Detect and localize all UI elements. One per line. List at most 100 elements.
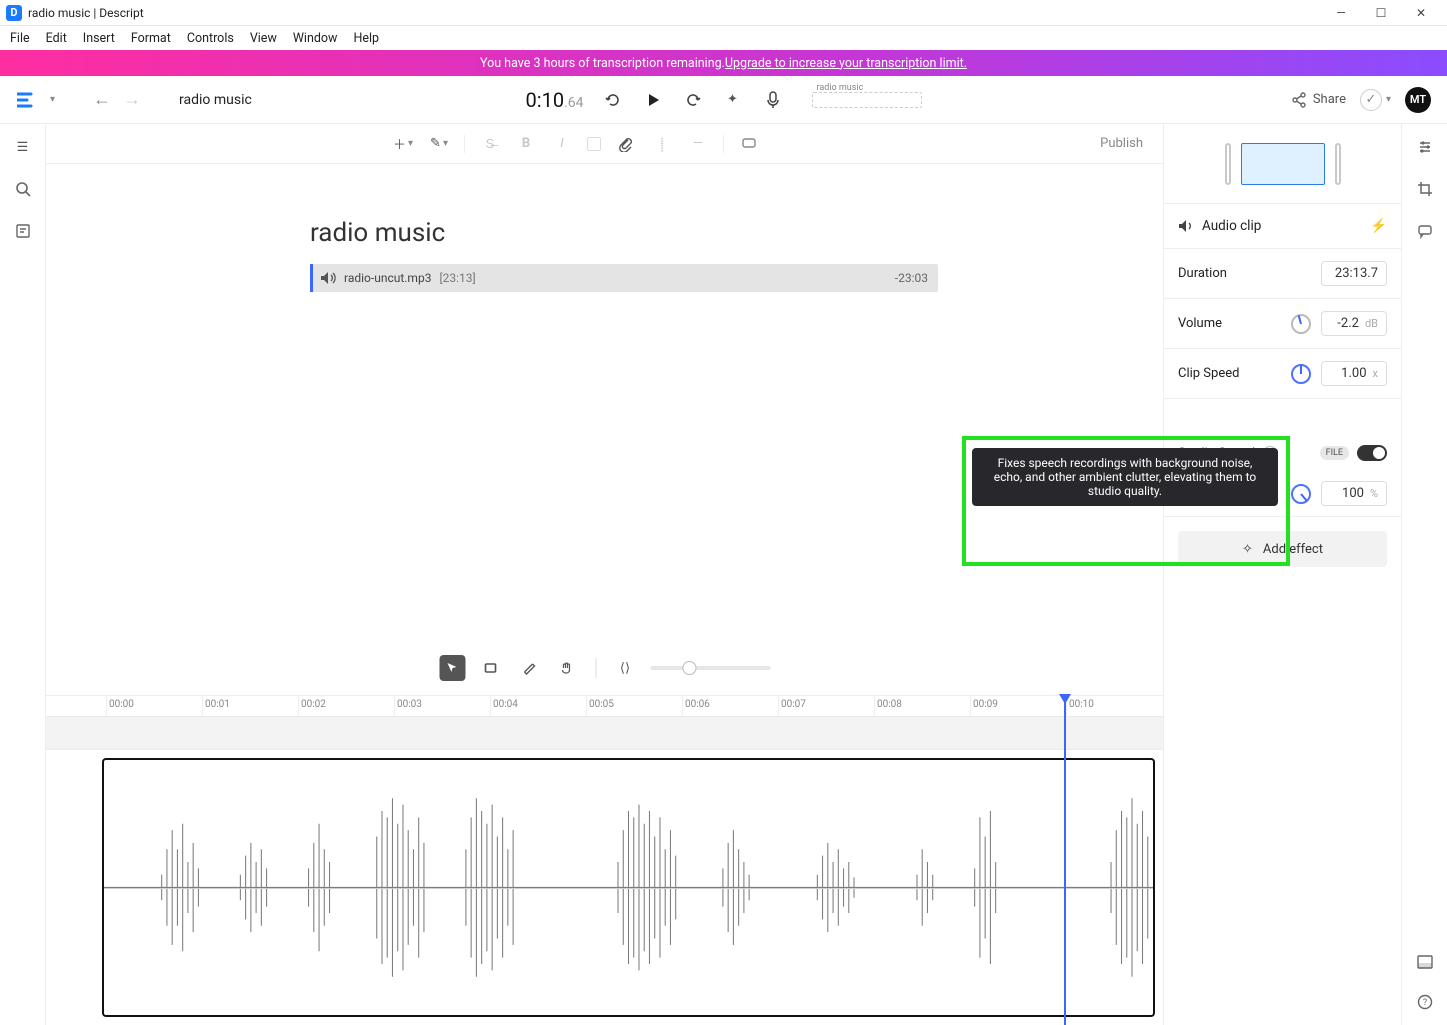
color-swatch[interactable] xyxy=(587,137,601,151)
menu-insert[interactable]: Insert xyxy=(83,31,115,46)
ruler-tick: 00:10 xyxy=(1069,699,1094,710)
menu-format[interactable]: Format xyxy=(131,31,171,46)
nav-forward[interactable]: → xyxy=(123,89,141,110)
script-icon[interactable] xyxy=(12,220,34,242)
snap-toggle[interactable]: ⟨⟩ xyxy=(612,655,638,681)
waveform-clip[interactable] xyxy=(102,758,1155,1017)
mic-button[interactable] xyxy=(762,89,784,111)
ruler-tick: 00:03 xyxy=(397,699,422,710)
playhead[interactable] xyxy=(1064,696,1066,1025)
ruler-tick: 00:00 xyxy=(109,699,134,710)
menu-window[interactable]: Window xyxy=(293,31,338,46)
play-button[interactable] xyxy=(642,89,664,111)
divider-button[interactable]: — xyxy=(687,133,709,155)
nav-back[interactable]: ← xyxy=(93,89,111,110)
redo-button[interactable] xyxy=(682,89,704,111)
ruler-tick: 00:08 xyxy=(877,699,902,710)
studio-toggle[interactable] xyxy=(1357,445,1387,461)
blade-tool[interactable] xyxy=(515,655,541,681)
avatar[interactable]: MT xyxy=(1405,87,1431,113)
add-button[interactable]: ＋▾ xyxy=(392,133,414,155)
hand-tool[interactable] xyxy=(553,655,579,681)
intensity-value[interactable]: 100% xyxy=(1321,481,1387,506)
share-label: Share xyxy=(1313,92,1346,107)
panel-toggle-icon[interactable] xyxy=(1414,951,1436,973)
strikethrough-button[interactable]: S̶ xyxy=(479,133,501,155)
menu-file[interactable]: File xyxy=(10,31,30,46)
main-column: ＋▾ ✎▾ S̶ B I ⸽ — Publish radio music ra xyxy=(46,124,1163,1025)
ruler-tick: 00:04 xyxy=(493,699,518,710)
undo-button[interactable] xyxy=(602,89,624,111)
comment-button[interactable] xyxy=(738,133,760,155)
zoom-slider[interactable] xyxy=(650,666,770,670)
status-check[interactable]: ✓ xyxy=(1360,89,1382,111)
project-name[interactable]: radio music xyxy=(179,92,252,108)
share-button[interactable]: Share xyxy=(1291,92,1346,108)
select-tool[interactable] xyxy=(439,655,465,681)
publish-button[interactable]: Publish xyxy=(1100,136,1143,151)
ruler-tick: 00:05 xyxy=(589,699,614,710)
range-tool[interactable] xyxy=(477,655,503,681)
minimize-button[interactable]: — xyxy=(1321,6,1361,20)
ruler-tick: 00:09 xyxy=(973,699,998,710)
help-circle-icon[interactable]: ? xyxy=(1414,991,1436,1013)
italic-button[interactable]: I xyxy=(551,133,573,155)
speed-value[interactable]: 1.00x xyxy=(1321,361,1387,386)
speaker-icon xyxy=(320,271,336,285)
thumbnail-row xyxy=(1164,124,1401,204)
duration-value[interactable]: 23:13.7 xyxy=(1321,261,1387,286)
bolt-icon[interactable]: ⚡ xyxy=(1370,218,1387,234)
timecode-main: 0:10 xyxy=(525,88,564,112)
timecode: 0:10.64 xyxy=(525,88,583,112)
clip-duration-tag: [23:13] xyxy=(439,271,475,285)
panel-title: Audio clip xyxy=(1202,218,1261,234)
attachment-button[interactable] xyxy=(615,133,637,155)
row-volume: Volume -2.2dB xyxy=(1164,299,1401,349)
intensity-knob[interactable] xyxy=(1291,484,1311,504)
menu-help[interactable]: Help xyxy=(353,31,379,46)
menu-view[interactable]: View xyxy=(250,31,277,46)
row-duration: Duration 23:13.7 xyxy=(1164,249,1401,299)
mini-composition[interactable]: radio music xyxy=(812,92,922,108)
volume-label: Volume xyxy=(1178,316,1222,331)
banner-link[interactable]: Upgrade to increase your transcription l… xyxy=(725,56,967,71)
left-rail: ☰ xyxy=(0,124,46,1025)
scene-thumb[interactable] xyxy=(1241,143,1325,185)
banner-text: You have 3 hours of transcription remain… xyxy=(480,56,725,71)
chat-icon[interactable] xyxy=(1414,220,1436,242)
properties-panel: Audio clip ⚡ Duration 23:13.7 Volume -2.… xyxy=(1163,124,1401,1025)
magic-button[interactable]: ✦ xyxy=(722,89,744,111)
doc-cursor xyxy=(310,264,313,292)
add-effect-button[interactable]: ✧ Add effect xyxy=(1178,531,1387,567)
sliders-icon[interactable] xyxy=(1414,136,1436,158)
audio-clip-strip[interactable]: radio-uncut.mp3 [23:13] -23:03 xyxy=(310,264,938,292)
studio-tooltip: Fixes speech recordings with background … xyxy=(972,448,1278,506)
transport-center: 0:10.64 ✦ radio music xyxy=(525,88,921,112)
menu-edit[interactable]: Edit xyxy=(46,31,67,46)
maximize-button[interactable]: ☐ xyxy=(1361,6,1401,20)
crop-icon[interactable] xyxy=(1414,178,1436,200)
status-chevron-icon: ▾ xyxy=(1386,94,1391,105)
volume-value[interactable]: -2.2dB xyxy=(1321,311,1387,336)
row-speed: Clip Speed 1.00x xyxy=(1164,349,1401,399)
ruler-tick: 00:02 xyxy=(301,699,326,710)
time-ruler[interactable]: 00:0000:0100:0200:0300:0400:0500:0600:07… xyxy=(46,696,1163,716)
timeline-spacer xyxy=(46,716,1163,750)
titlebar: D radio music | Descript — ☐ ✕ xyxy=(0,0,1447,26)
panel-header: Audio clip ⚡ xyxy=(1164,204,1401,249)
wand-button[interactable]: ✎▾ xyxy=(428,133,450,155)
menu-controls[interactable]: Controls xyxy=(187,31,234,46)
speed-knob[interactable] xyxy=(1291,364,1311,384)
wand-icon: ✧ xyxy=(1242,542,1253,557)
speed-label: Clip Speed xyxy=(1178,366,1239,381)
logo-menu[interactable] xyxy=(16,89,38,111)
hamburger-icon[interactable]: ☰ xyxy=(12,136,34,158)
gap-button[interactable]: ⸽ xyxy=(651,133,673,155)
volume-knob[interactable] xyxy=(1291,314,1311,334)
add-effect-label: Add effect xyxy=(1263,542,1323,557)
ruler-tick: 00:07 xyxy=(781,699,806,710)
search-icon[interactable] xyxy=(12,178,34,200)
bold-button[interactable]: B xyxy=(515,133,537,155)
doc-title[interactable]: radio music xyxy=(310,218,445,248)
close-button[interactable]: ✕ xyxy=(1401,6,1441,20)
